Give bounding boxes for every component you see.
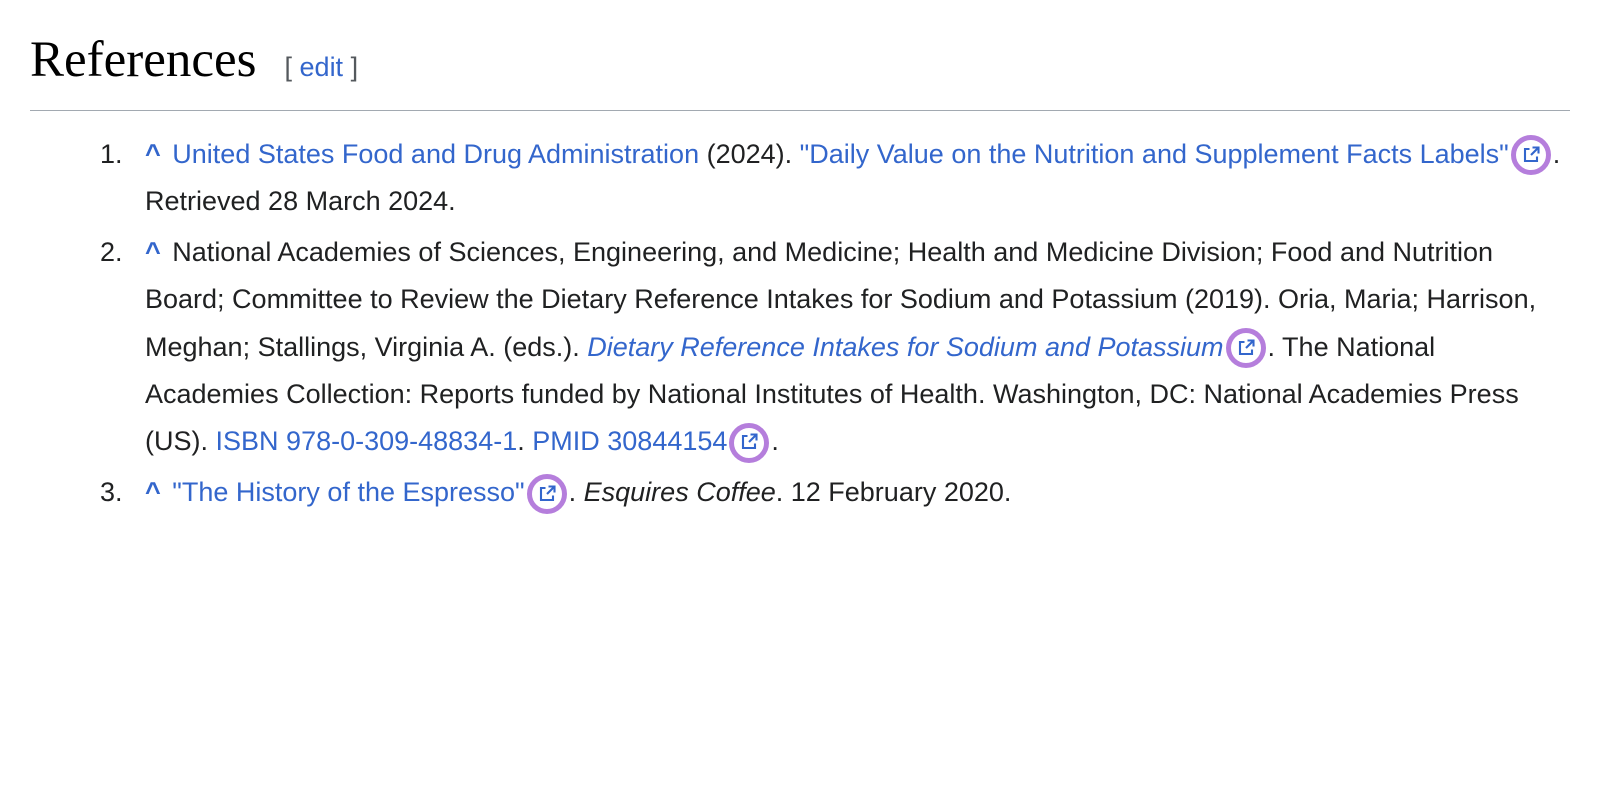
title-link[interactable]: "The History of the Espresso" <box>172 477 524 507</box>
external-link-icon <box>538 471 556 518</box>
highlight-circle <box>729 423 769 463</box>
reference-item-1: ^ United States Food and Drug Administra… <box>130 131 1570 226</box>
isbn-label-link[interactable]: ISBN <box>216 426 279 456</box>
separator: . <box>569 477 584 507</box>
backlink-caret[interactable]: ^ <box>145 139 161 169</box>
reference-item-3: ^ "The History of the Espresso". Esquire… <box>130 469 1570 516</box>
pmid-value-link[interactable]: 30844154 <box>607 426 727 456</box>
backlink-caret[interactable]: ^ <box>145 237 161 267</box>
source-name: Esquires Coffee <box>584 477 776 507</box>
bracket-open: [ <box>285 52 300 82</box>
title-link[interactable]: "Daily Value on the Nutrition and Supple… <box>800 139 1509 169</box>
edit-link[interactable]: edit <box>300 52 344 82</box>
section-heading: References <box>30 20 257 102</box>
bracket-close: ] <box>343 52 358 82</box>
date-text: . 12 February 2020. <box>776 477 1012 507</box>
author-link[interactable]: United States Food and Drug Administrati… <box>172 139 699 169</box>
reference-item-2: ^ National Academies of Sciences, Engine… <box>130 229 1570 465</box>
external-link-icon <box>1237 325 1255 372</box>
backlink-caret[interactable]: ^ <box>145 477 161 507</box>
separator: . <box>517 426 532 456</box>
title-link[interactable]: Dietary Reference Intakes for Sodium and… <box>587 332 1223 362</box>
pmid-label-link[interactable]: PMID <box>532 426 600 456</box>
edit-section: [ edit ] <box>285 46 359 89</box>
section-header: References [ edit ] <box>30 20 1570 111</box>
isbn-value-link[interactable]: 978-0-309-48834-1 <box>286 426 517 456</box>
references-list: ^ United States Food and Drug Administra… <box>30 131 1570 517</box>
external-link-icon <box>1522 132 1540 179</box>
period: . <box>771 426 779 456</box>
highlight-circle <box>527 474 567 514</box>
year-text: (2024). <box>699 139 800 169</box>
highlight-circle <box>1226 328 1266 368</box>
external-link-icon <box>740 419 758 466</box>
highlight-circle <box>1511 135 1551 175</box>
